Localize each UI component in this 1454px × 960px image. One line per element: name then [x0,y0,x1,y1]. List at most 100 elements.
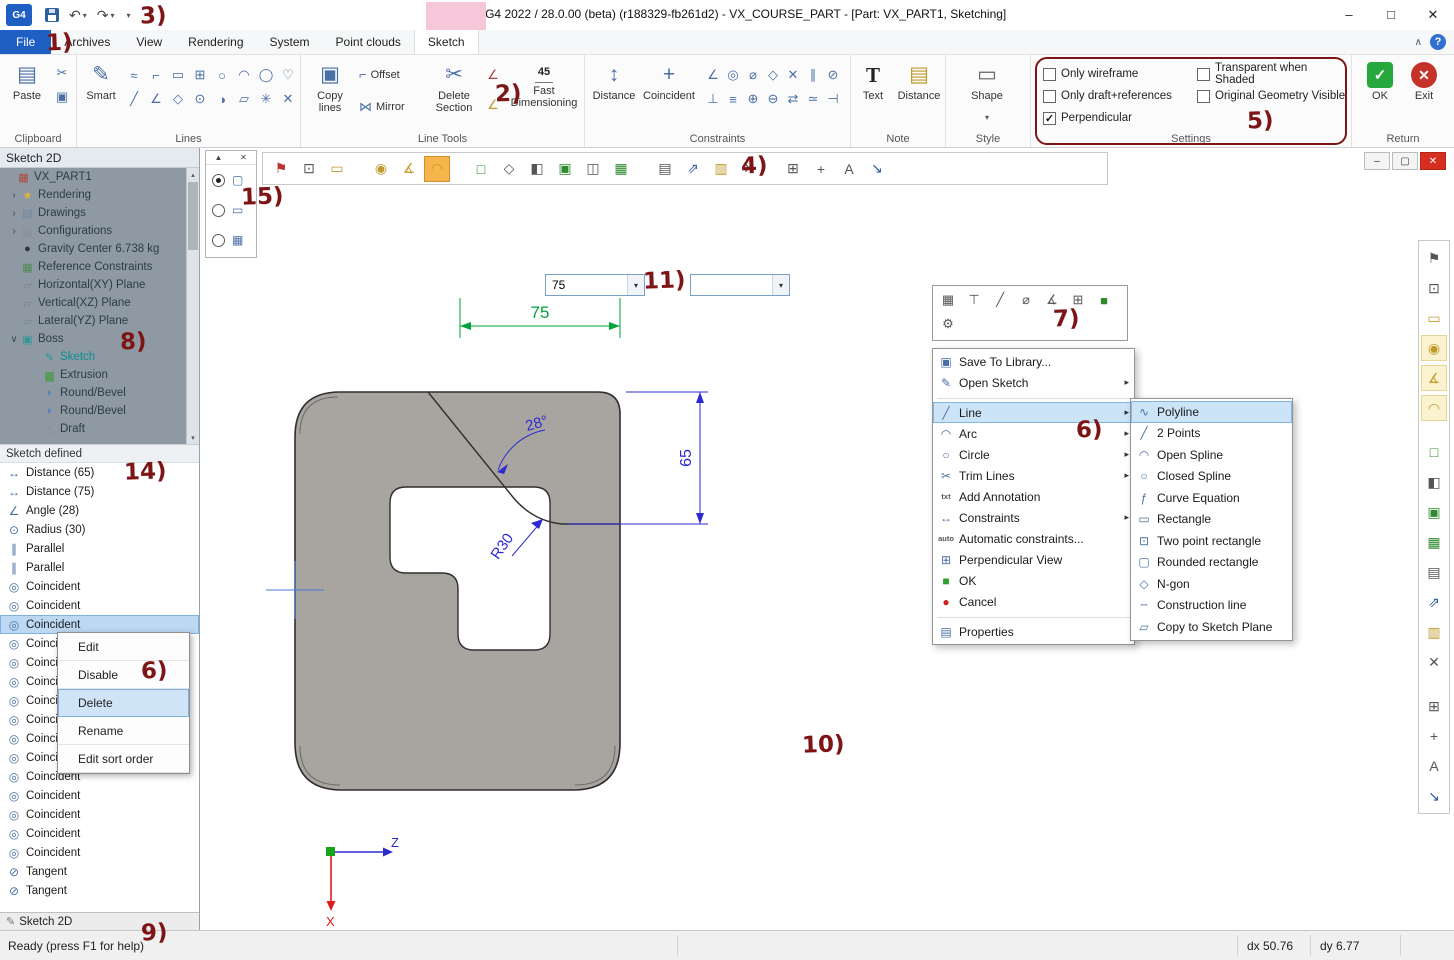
constraint-row[interactable]: ⊘ Tangent [0,862,199,881]
gear-icon[interactable]: ⚙ [936,312,960,336]
green-cube-icon[interactable]: ▣ [1421,499,1447,525]
tree-item[interactable]: △ Draft [0,420,199,438]
table-icon[interactable]: ▦ [936,288,960,312]
constraint-row[interactable]: ◎ Coincident [0,577,199,596]
tree-item[interactable]: ▆ Extrusion [0,366,199,384]
delete-icon[interactable]: ✕ [736,156,762,182]
radio-icon[interactable] [212,234,225,247]
context-menu-item[interactable]: Edit sort order [58,745,189,773]
tree-item[interactable]: ▱ Lateral(YZ) Plane [0,312,199,330]
export-icon[interactable]: ⇗ [1421,589,1447,615]
dimension-width[interactable]: 75 [460,298,620,338]
radio-icon[interactable] [212,204,225,217]
equal-icon[interactable]: ≡ [723,87,743,111]
cylinder-icon[interactable]: ◫ [580,156,606,182]
text-note-button[interactable]: T Text [853,59,893,102]
undo-button[interactable]: ↶▾ [66,4,90,26]
maximize-button[interactable]: □ [1370,0,1412,29]
grid-rect-icon[interactable]: ⊞ [189,63,211,87]
smart-tool-button[interactable]: ✎ Smart [81,59,121,102]
dimension-value-combo[interactable]: ▾ [545,274,645,296]
feature-list-icon[interactable]: ▤ [652,156,678,182]
add-frame-icon[interactable]: + [808,156,834,182]
tree-item[interactable]: ◗ Round/Bevel [0,402,199,420]
angle-constraint-icon[interactable]: ∠ [703,63,723,87]
add-frame-icon[interactable]: + [1421,723,1447,749]
pin-icon[interactable]: ⚑ [268,156,294,182]
extrude-cube-icon[interactable]: □ [1421,439,1447,465]
tree-expand-icon[interactable]: › [8,190,20,201]
submenu-item[interactable]: ○ Closed Spline [1131,466,1292,488]
shaded-cube-icon[interactable]: ◧ [524,156,550,182]
perpendicular-icon[interactable]: ⊥ [703,87,723,111]
tree-expand-icon[interactable]: ∨ [8,334,20,345]
star-icon[interactable]: ✳ [255,87,277,111]
pan-view-icon[interactable]: ↘ [1421,783,1447,809]
dim-text-icon[interactable]: ⊤ [962,288,986,312]
fast-dimensioning-button[interactable]: 45 Fast Dimensioning [509,59,579,109]
tree-item[interactable]: › ▤ Configurations [0,222,199,240]
ok-button[interactable]: ✓ OK [1360,59,1400,102]
snap-center-icon[interactable]: ◉ [1421,335,1447,361]
constraint-row[interactable]: ↔ Distance (65) [0,463,199,482]
submenu-item[interactable]: ⊡ Two point rectangle [1131,530,1292,552]
context-menu-item[interactable]: Delete [58,689,189,717]
tree-expand-icon[interactable]: › [8,226,20,237]
fix-icon[interactable]: ⊖ [763,87,783,111]
submenu-item[interactable]: ◠ Open Spline [1131,444,1292,466]
context-menu-item[interactable]: txt Add Annotation [933,486,1134,507]
context-menu-item[interactable]: ▣ Save To Library... [933,351,1134,372]
constraint-row[interactable]: ↔ Distance (75) [0,482,199,501]
context-menu-item[interactable]: ✂ Trim Lines [933,465,1134,486]
submenu-item[interactable]: ◇ N-gon [1131,573,1292,595]
settings-checkbox[interactable]: Only wireframe [1043,63,1195,85]
context-menu-item[interactable]: ╱ Line [933,402,1134,423]
checkbox-icon[interactable] [1043,112,1056,125]
view-mode-1[interactable]: ▢ [206,165,256,195]
line-icon[interactable]: ╱ [123,87,145,111]
shape-dropdown-button[interactable]: ▾ [954,113,1020,122]
scrollbar-thumb[interactable] [188,182,198,250]
transform-icon[interactable]: ⊡ [296,156,322,182]
panel-collapse-icon[interactable]: ▲ [206,151,231,164]
tree-expand-icon[interactable]: › [8,208,20,219]
layers-icon[interactable]: ▥ [708,156,734,182]
constraint-row[interactable]: ∥ Parallel [0,558,199,577]
chevron-down-icon[interactable]: ▾ [772,275,789,295]
tangent-icon[interactable]: ⊘ [823,63,843,87]
parallelogram-icon[interactable]: ▱ [233,87,255,111]
extrude-cube-icon[interactable]: □ [468,156,494,182]
text-frame-icon[interactable]: A [836,156,862,182]
export-icon[interactable]: ⇗ [680,156,706,182]
constraint-row[interactable]: ◎ Coincident [0,824,199,843]
scroll-down-icon[interactable]: ▾ [187,431,199,444]
constraint-row[interactable]: ◎ Coincident [0,786,199,805]
save-button[interactable] [42,4,62,26]
settings-checkbox[interactable]: Only draft+references [1043,85,1195,107]
context-menu-item[interactable] [937,614,1130,618]
view-mode-3[interactable]: ▦ [206,225,256,255]
tree-item[interactable]: ● Gravity Center 6.738 kg [0,240,199,258]
tree-item[interactable]: ▱ Vertical(XZ) Plane [0,294,199,312]
menu-tab[interactable]: Archives [51,30,123,54]
redo-button[interactable]: ↷▾ [94,4,118,26]
checkbox-icon[interactable] [1043,68,1056,81]
snap-angle-icon[interactable]: ∡ [1421,365,1447,391]
circle-icon[interactable]: ○ [211,63,233,87]
grid-snap-icon[interactable]: ⊞ [1421,693,1447,719]
checkbox-icon[interactable] [1043,90,1056,103]
dimension-value-combo-2[interactable]: ▾ [690,274,790,296]
constraint-row[interactable]: ◎ Coincident [0,843,199,862]
settings-checkbox[interactable]: Transparent when Shaded [1197,63,1349,85]
mesh-cube-icon[interactable]: ▦ [608,156,634,182]
coincident-constraint-button[interactable]: + Coincident [639,59,699,102]
checkbox-icon[interactable] [1197,68,1210,81]
constraint-row[interactable]: ⊙ Radius (30) [0,520,199,539]
doc-minimize-button[interactable]: – [1364,152,1390,170]
dimension-value-input[interactable] [546,278,627,292]
diameter-icon[interactable]: ⌀ [1014,288,1038,312]
radio-icon[interactable] [212,174,225,187]
copy-button[interactable]: ▣ [52,87,72,107]
attach-icon[interactable]: ⊣ [823,87,843,111]
swap-icon[interactable]: ⇄ [783,87,803,111]
